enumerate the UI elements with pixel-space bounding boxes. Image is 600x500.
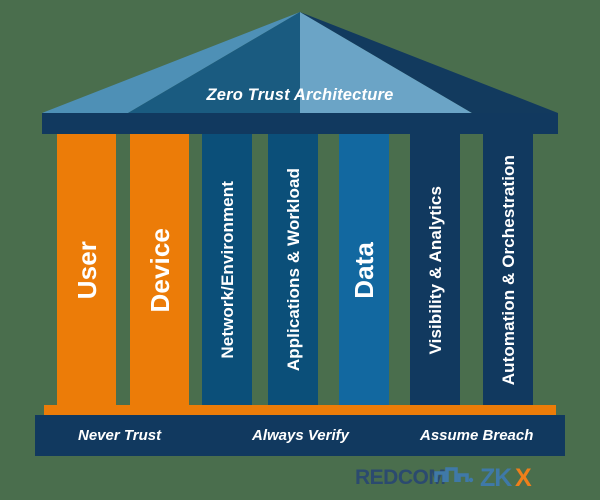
pillar-network-environment[interactable]: Network/Environment <box>202 134 252 406</box>
pillar-applications-workload[interactable]: Applications & Workload <box>268 134 318 406</box>
base-phrase-never-trust: Never Trust <box>78 427 162 444</box>
base-band: Never Trust Always Verify Assume Breach <box>35 415 565 456</box>
pillar-visibility-analytics[interactable]: Visibility & Analytics <box>410 134 460 406</box>
zero-trust-architecture-diagram: Zero Trust Architecture User Device Netw… <box>0 0 600 500</box>
pediment: Zero Trust Architecture <box>0 0 600 125</box>
pillar-label: Network/Environment <box>217 181 237 359</box>
logo-redcom-wordmark: REDCOM <box>355 466 445 489</box>
pillar-automation-orchestration[interactable]: Automation & Orchestration <box>483 134 533 406</box>
pillar-label: Device <box>144 227 175 313</box>
pillar-label: Data <box>349 241 379 299</box>
logo-redcom-zkx[interactable]: REDCOM ZK X <box>355 463 585 493</box>
architrave-band <box>42 113 558 134</box>
base-phrase-always-verify: Always Verify <box>252 427 349 444</box>
circuit-node-icon <box>468 477 474 483</box>
base-phrase-assume-breach: Assume Breach <box>420 427 534 444</box>
pillar-label: Applications & Workload <box>283 168 303 372</box>
pillar-label: Automation & Orchestration <box>498 154 518 386</box>
logo-x-accent: X <box>515 464 532 492</box>
pillar-device[interactable]: Device <box>130 134 189 406</box>
pillar-label: Visibility & Analytics <box>425 185 445 355</box>
page-title: Zero Trust Architecture <box>206 86 394 104</box>
logo-zk-wordmark: ZK <box>480 464 512 492</box>
pillar-user[interactable]: User <box>57 134 116 406</box>
pillar-data[interactable]: Data <box>339 134 389 406</box>
pillar-label: User <box>71 240 102 300</box>
